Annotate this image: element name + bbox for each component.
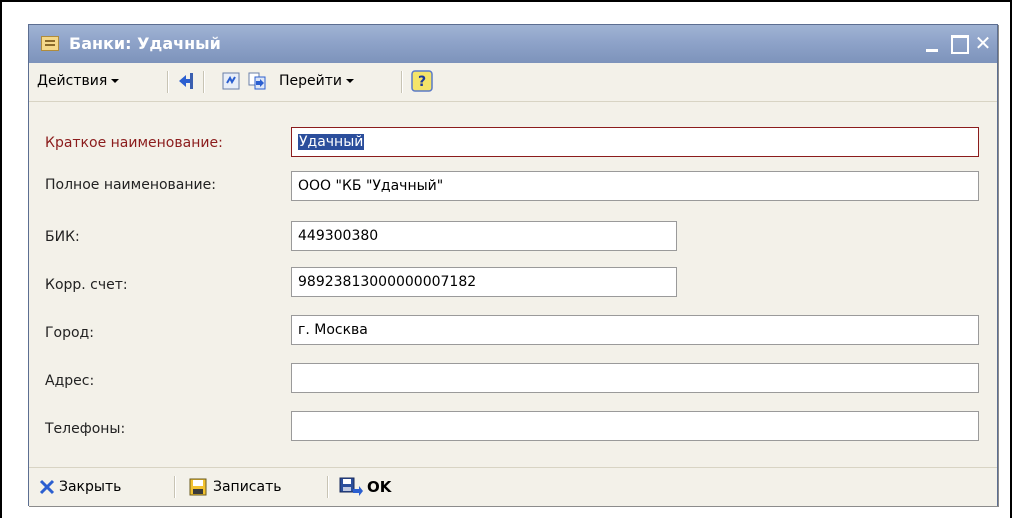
chevron-down-icon bbox=[346, 79, 354, 83]
save-and-close-icon bbox=[339, 477, 363, 496]
bottom-action-bar: Закрыть Записать OK bbox=[29, 467, 997, 506]
help-icon[interactable]: ? bbox=[411, 70, 433, 92]
toolbar: Действия Перейти ? bbox=[29, 63, 997, 102]
bik-value: 449300380 bbox=[298, 228, 379, 244]
full-name-field[interactable]: ООО "КБ "Удачный" bbox=[291, 171, 979, 201]
maximize-button[interactable] bbox=[947, 31, 971, 55]
actions-menu[interactable]: Действия bbox=[37, 73, 120, 89]
bik-field[interactable]: 449300380 bbox=[291, 221, 677, 251]
back-arrow-icon[interactable] bbox=[177, 71, 197, 91]
window-title: Банки: Удачный bbox=[69, 34, 221, 53]
ok-button[interactable]: OK bbox=[337, 474, 417, 500]
short-name-field[interactable]: Удачный bbox=[291, 127, 979, 157]
toolbar-separator bbox=[327, 476, 329, 498]
full-name-label: Полное наименование: bbox=[45, 177, 216, 193]
phones-label: Телефоны: bbox=[45, 421, 126, 437]
full-name-value: ООО "КБ "Удачный" bbox=[298, 178, 444, 194]
close-window-button[interactable]: ✕ bbox=[971, 31, 995, 55]
short-name-label: Краткое наименование: bbox=[45, 135, 223, 151]
city-value: г. Москва bbox=[298, 322, 368, 338]
document-icon bbox=[41, 36, 59, 51]
save-icon bbox=[189, 478, 207, 496]
toolbar-separator bbox=[401, 71, 403, 93]
toolbar-separator bbox=[203, 71, 205, 93]
corr-account-field[interactable]: 98923813000000007182 bbox=[291, 267, 677, 297]
goto-menu[interactable]: Перейти bbox=[279, 73, 354, 89]
goto-menu-label: Перейти bbox=[279, 73, 342, 89]
actions-menu-label: Действия bbox=[37, 73, 108, 89]
minimize-button[interactable] bbox=[921, 31, 945, 55]
frame-border-left bbox=[0, 0, 2, 518]
close-form-label: Закрыть bbox=[59, 479, 122, 495]
refresh-icon[interactable] bbox=[221, 71, 241, 91]
corr-account-label: Корр. счет: bbox=[45, 277, 128, 293]
short-name-value: Удачный bbox=[298, 134, 365, 150]
frame-border-top bbox=[0, 0, 1012, 2]
phones-field[interactable] bbox=[291, 411, 979, 441]
city-field[interactable]: г. Москва bbox=[291, 315, 979, 345]
bank-form-window: Банки: Удачный ✕ Действия Перейти ? Крат… bbox=[28, 24, 998, 506]
ok-label: OK bbox=[367, 478, 392, 496]
address-label: Адрес: bbox=[45, 373, 95, 389]
copy-icon[interactable] bbox=[247, 71, 267, 91]
close-icon bbox=[39, 479, 55, 495]
close-form-button[interactable]: Закрыть bbox=[35, 474, 171, 500]
corr-account-value: 98923813000000007182 bbox=[298, 274, 477, 290]
toolbar-separator bbox=[174, 476, 176, 498]
bik-label: БИК: bbox=[45, 229, 80, 245]
help-glyph: ? bbox=[418, 74, 426, 90]
address-field[interactable] bbox=[291, 363, 979, 393]
city-label: Город: bbox=[45, 325, 94, 341]
toolbar-separator bbox=[167, 71, 169, 93]
save-label: Записать bbox=[213, 479, 282, 495]
chevron-down-icon bbox=[111, 79, 120, 83]
window-titlebar[interactable]: Банки: Удачный ✕ bbox=[29, 25, 997, 63]
save-button[interactable]: Записать bbox=[185, 474, 325, 500]
